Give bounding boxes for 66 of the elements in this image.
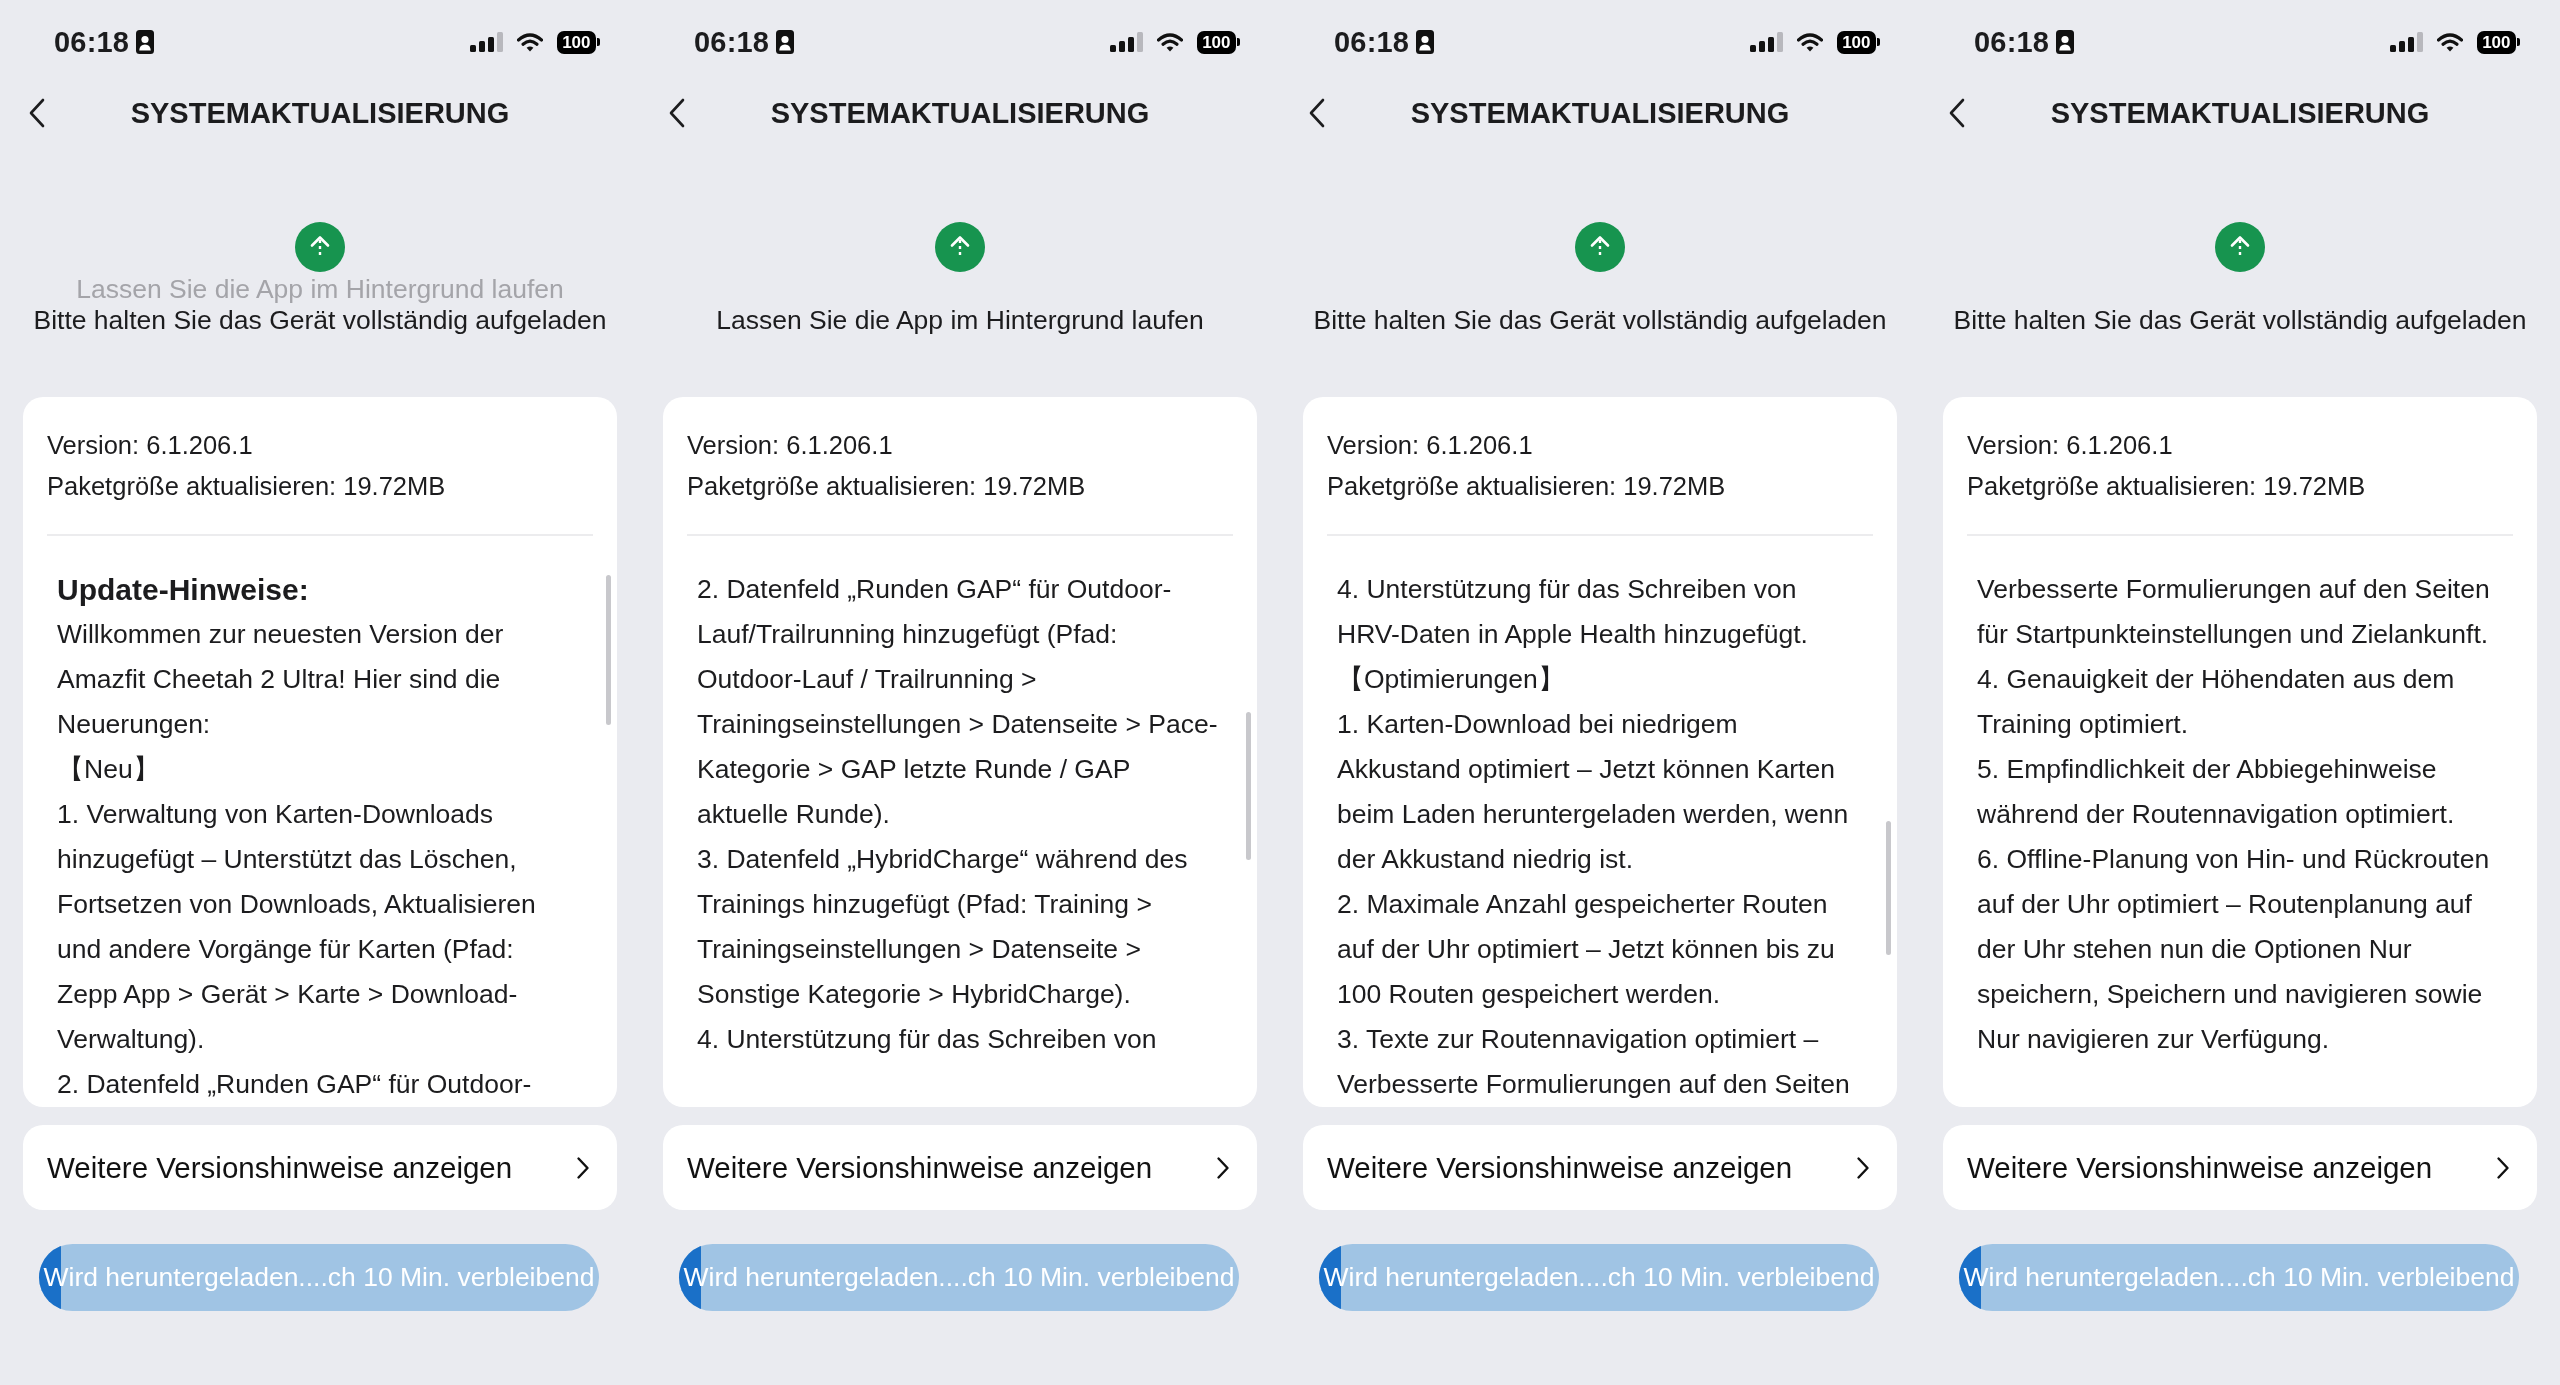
package-size-text: Paketgröße aktualisieren: 19.72MB (1327, 471, 1727, 502)
tip-text: Lassen Sie die App im Hintergrund laufen (76, 274, 564, 305)
chevron-right-icon (576, 1155, 590, 1180)
tip-text: Bitte halten Sie das Gerät vollständig aufgeladen (33, 305, 607, 336)
release-note-text: 2. Datenfeld „Runden GAP“ für Outdoor- (57, 1067, 533, 1101)
person-card-icon (1416, 30, 1435, 54)
signal-icon (1110, 32, 1144, 52)
release-note-text: 5. Empfindlichkeit der Abbiegehinweise während der Routennavigation optimiert. (1977, 752, 2456, 831)
status-time: 06:18 (1334, 25, 1410, 59)
status-time: 06:18 (1974, 25, 2050, 59)
more-release-notes-button[interactable]: Weitere Versionshinweise anzeigen (1303, 1125, 1897, 1210)
page-title: SYSTEMAKTUALISIERUNG (130, 96, 510, 130)
tip-text: Bitte halten Sie das Gerät vollständig aufgeladen (1313, 305, 1887, 336)
more-release-notes-button[interactable]: Weitere Versionshinweise anzeigen (1943, 1125, 2537, 1210)
tip-text: Lassen Sie die App im Hintergrund laufen (716, 305, 1204, 336)
battery-indicator: 100 (1197, 30, 1240, 54)
status-time: 06:18 (694, 25, 770, 59)
chevron-left-icon[interactable] (1948, 98, 1966, 128)
page-title: SYSTEMAKTUALISIERUNG (1410, 96, 1790, 130)
page-title: SYSTEMAKTUALISIERUNG (770, 96, 1150, 130)
person-card-icon (2056, 30, 2075, 54)
release-note-text: 1. Verwaltung von Karten-Downloads hinzugefügt – Unterstützt das Löschen, Fortsetzen von Downloads, Aktualisieren und andere Vorgänge für Karten (Pfad: Zepp App > Gerät > Karte > Download-Verwaltung). (57, 797, 537, 1056)
package-size-text: Paketgröße aktualisieren: 19.72MB (687, 471, 1087, 502)
tip-text: Bitte halten Sie das Gerät vollständig aufgeladen (1953, 305, 2527, 336)
package-size-text: Paketgröße aktualisieren: 19.72MB (47, 471, 447, 502)
release-note-text: 2. Maximale Anzahl gespeicherter Routen auf der Uhr optimiert – Jetzt können bis zu 100 Routen gespeichert werden. (1337, 887, 1836, 1011)
release-note-text: 3. Datenfeld „HybridCharge“ während des Trainings hinzugefügt (Pfad: Training > Trainingseinstellungen > Datenseite > Sonstige Kategorie > HybridCharge). (697, 842, 1189, 1011)
release-note-text: 4. Genauigkeit der Höhendaten aus dem Training optimiert. (1977, 662, 2456, 741)
signal-icon (470, 32, 504, 52)
more-release-notes-button[interactable]: Weitere Versionshinweise anzeigen (663, 1125, 1257, 1210)
signal-icon (1750, 32, 1784, 52)
version-text: Version: 6.1.206.1 (1327, 430, 1534, 461)
version-text: Version: 6.1.206.1 (1967, 430, 2174, 461)
battery-indicator: 100 (2477, 30, 2520, 54)
release-note-text: Verbesserte Formulierungen auf den Seiten für Startpunkteinstellungen und Zielankunft. (1977, 572, 2491, 651)
battery-indicator: 100 (557, 30, 600, 54)
status-time: 06:18 (54, 25, 130, 59)
wifi-icon (517, 32, 544, 52)
version-text: Version: 6.1.206.1 (47, 430, 254, 461)
wifi-icon (1157, 32, 1184, 52)
release-note-text: 2. Datenfeld „Runden GAP“ für Outdoor-Lauf/Trailrunning hinzugefügt (Pfad: Outdoor-Lauf / Trailrunning > Trainingseinstellungen > Datenseite > Pace-Kategorie > GAP letzte Runde / GAP aktuelle Runde). (697, 572, 1219, 831)
signal-icon (2390, 32, 2424, 52)
release-note-text: 3. Texte zur Routennavigation optimiert – Verbesserte Formulierungen auf den Seiten (1337, 1022, 1851, 1101)
person-card-icon (136, 30, 155, 54)
release-note-text: 4. Unterstützung für das Schreiben von HRV-Daten in Apple Health hinzugefügt. (1337, 572, 1809, 651)
wifi-icon (1797, 32, 1824, 52)
release-note-text: 6. Offline-Planung von Hin- und Rückrouten auf der Uhr optimiert – Routenplanung auf der Uhr stehen nun die Optionen Nur speichern, Speichern und navigieren sowie Nur navigieren zur Verfügung. (1977, 842, 2491, 1056)
chevron-left-icon[interactable] (668, 98, 686, 128)
person-card-icon (776, 30, 795, 54)
wifi-icon (2437, 32, 2464, 52)
release-note-text: 【Neu】 (57, 752, 161, 786)
chevron-right-icon (1216, 1155, 1230, 1180)
notes-heading: Update-Hinweise: (57, 571, 310, 608)
chevron-right-icon (1856, 1155, 1870, 1180)
release-note-text: 【Optimierungen】 (1337, 662, 1566, 696)
package-size-text: Paketgröße aktualisieren: 19.72MB (1967, 471, 2367, 502)
release-note-text: 4. Unterstützung für das Schreiben von (697, 1022, 1158, 1056)
version-text: Version: 6.1.206.1 (687, 430, 894, 461)
chevron-left-icon[interactable] (1308, 98, 1326, 128)
release-note-text: 1. Karten-Download bei niedrigem Akkustand optimiert – Jetzt können Karten beim Laden heruntergeladen werden, wenn der Akkustand niedrig ist. (1337, 707, 1850, 876)
chevron-right-icon (2496, 1155, 2510, 1180)
chevron-left-icon[interactable] (28, 98, 46, 128)
battery-indicator: 100 (1837, 30, 1880, 54)
release-note-text: Willkommen zur neuesten Version der Amazfit Cheetah 2 Ultra! Hier sind die Neuerungen: (57, 617, 505, 741)
page-title: SYSTEMAKTUALISIERUNG (2050, 96, 2430, 130)
more-release-notes-button[interactable]: Weitere Versionshinweise anzeigen (23, 1125, 617, 1210)
